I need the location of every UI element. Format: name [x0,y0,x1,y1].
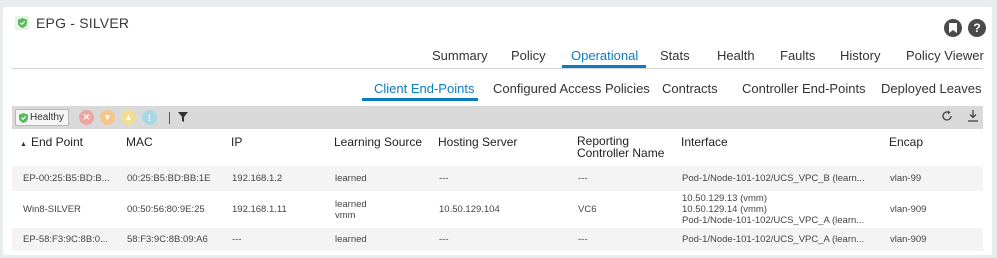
epg-panel: EPG - SILVER ? Summary Policy Operationa… [3,7,992,255]
cell-mac: 00:50:56:80:9E:25 [116,191,221,228]
critical-fault-icon[interactable]: ✕ [78,110,94,125]
cell-mac: 00:25:B5:BD:BB:1E [116,166,221,191]
col-ip[interactable]: IP [221,131,324,166]
table-row[interactable]: EP-58:F3:9C:8B:0... 58:F3:9C:8B:09:A6 --… [12,228,983,251]
tab-health[interactable]: Health [717,48,755,63]
cell-reporting-controller: VC6 [567,191,671,228]
tab-policy[interactable]: Policy [511,48,546,63]
cell-learning-source: learned [324,228,428,251]
download-icon[interactable] [967,110,979,125]
tab-policy-viewer[interactable]: Policy Viewer [906,48,984,63]
health-label: Healthy [30,112,64,123]
cell-encap: vlan-99 [879,166,983,191]
page-title: EPG - SILVER [36,15,130,31]
health-shield-icon [19,112,28,123]
tab-summary[interactable]: Summary [432,48,488,63]
health-badge[interactable]: Healthy [15,109,69,126]
cell-ip: 192.168.1.11 [221,191,324,228]
table-header-row: ▲ End Point MAC IP Learning Source Hostin… [12,131,983,166]
toolbar-divider [168,111,170,124]
toolbar-actions [941,110,979,125]
cell-hosting-server: 10.50.129.104 [428,191,567,228]
tab-controller-end-points[interactable]: Controller End-Points [742,81,866,96]
cell-mac: 58:F3:9C:8B:09:A6 [116,228,221,251]
tab-faults[interactable]: Faults [780,48,815,63]
learning-source-line: learned [335,198,367,210]
bookmark-icon[interactable] [944,19,962,37]
tabs-divider [12,68,983,69]
col-hosting-server[interactable]: Hosting Server [428,131,567,166]
cell-ip: --- [221,228,324,251]
tab-deployed-leaves[interactable]: Deployed Leaves [881,81,981,96]
cell-learning-source: learned vmm [324,191,428,228]
refresh-icon[interactable] [941,110,953,125]
main-tabs: Summary Policy Operational Stats Health … [3,44,992,68]
interface-line: 10.50.129.13 (vmm) [682,193,768,204]
col-interface[interactable]: Interface [671,131,879,166]
minor-fault-icon[interactable]: ▴ [120,110,136,125]
warning-fault-icon[interactable]: ! [141,110,157,125]
title-row: EPG - SILVER [15,15,129,31]
cell-encap: vlan-909 [879,228,983,251]
major-fault-icon[interactable]: ▾ [99,110,115,125]
cell-interface: Pod-1/Node-101-102/UCS_VPC_B (learn... [671,166,879,191]
top-icons: ? [944,19,986,37]
shield-icon [15,16,29,30]
col-learning-source[interactable]: Learning Source [324,131,428,166]
sub-tabs: Client End-Points Configured Access Poli… [3,77,992,101]
tab-contracts[interactable]: Contracts [662,81,718,96]
col-reporting-controller[interactable]: Reporting Controller Name [567,131,671,166]
filter-icon[interactable] [177,109,188,127]
col-end-point[interactable]: ▲ End Point [12,131,116,166]
cell-interface: Pod-1/Node-101-102/UCS_VPC_A (learn... [671,228,879,251]
table-row[interactable]: Win8-SILVER 00:50:56:80:9E:25 192.168.1.… [12,191,983,228]
col-mac[interactable]: MAC [116,131,221,166]
cell-reporting-controller: --- [567,166,671,191]
cell-end-point: EP-00:25:B5:BD:B... [12,166,116,191]
tab-configured-access-policies[interactable]: Configured Access Policies [493,81,650,96]
cell-learning-source: learned [324,166,428,191]
tab-client-end-points[interactable]: Client End-Points [374,81,474,96]
toolbar: Healthy ✕ ▾ ▴ ! [12,106,983,129]
cell-interface: 10.50.129.13 (vmm) 10.50.129.14 (vmm) Po… [671,191,879,228]
cell-hosting-server: --- [428,228,567,251]
interface-line: Pod-1/Node-101-102/UCS_VPC_A (learn... [682,215,865,226]
cell-encap: vlan-909 [879,191,983,228]
sub-tab-indicator [362,98,478,101]
client-end-points-table: ▲ End Point MAC IP Learning Source Hostin… [12,131,983,251]
tab-history[interactable]: History [840,48,880,63]
col-encap[interactable]: Encap [879,131,983,166]
interface-line: 10.50.129.14 (vmm) [682,204,768,215]
sort-ascending-icon: ▲ [20,141,27,148]
cell-end-point: EP-58:F3:9C:8B:0... [12,228,116,251]
cell-hosting-server: --- [428,166,567,191]
cell-ip: 192.168.1.2 [221,166,324,191]
cell-end-point: Win8-SILVER [12,191,116,228]
table-row[interactable]: EP-00:25:B5:BD:B... 00:25:B5:BD:BB:1E 19… [12,166,983,191]
tab-operational[interactable]: Operational [571,48,638,63]
learning-source-line: vmm [335,209,356,221]
help-icon[interactable]: ? [968,19,986,37]
tab-stats[interactable]: Stats [660,48,690,63]
cell-reporting-controller: --- [567,228,671,251]
